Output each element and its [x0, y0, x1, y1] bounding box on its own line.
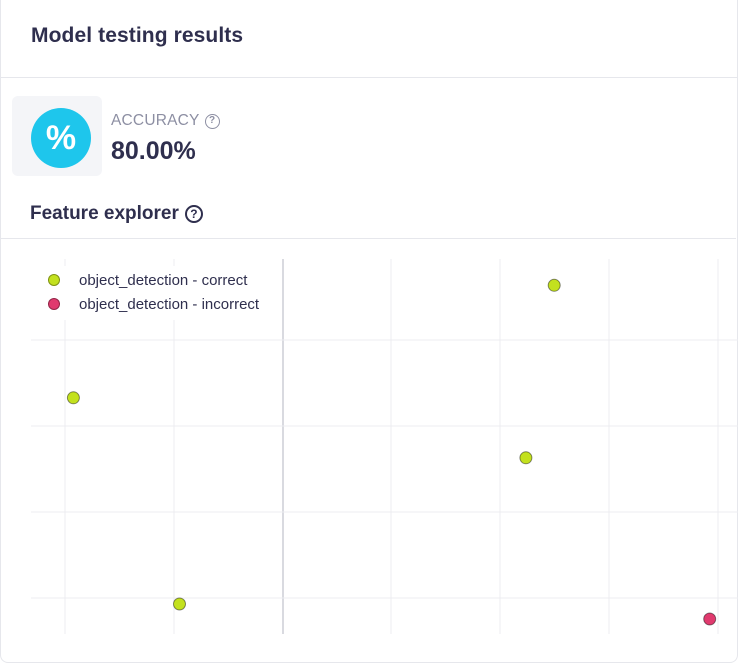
legend-label: object_detection - correct: [79, 271, 248, 289]
correct-data-point[interactable]: [547, 278, 561, 292]
legend-item-correct[interactable]: object_detection - correct: [48, 268, 259, 292]
accuracy-label-text: ACCURACY: [111, 112, 200, 129]
correct-data-point[interactable]: [173, 597, 186, 611]
accuracy-value: 80.00%: [111, 137, 196, 165]
accuracy-label: ACCURACY ?: [111, 112, 220, 130]
card-header: Model testing results: [1, 0, 737, 78]
legend-label: object_detection - incorrect: [79, 295, 260, 313]
legend-marker: [48, 298, 60, 310]
correct-data-point[interactable]: [66, 391, 80, 405]
accuracy-help-icon[interactable]: ?: [204, 113, 220, 129]
percent-icon: %: [31, 108, 91, 168]
correct-data-point[interactable]: [519, 451, 533, 465]
legend-marker: [48, 274, 60, 286]
feature-explorer-help-icon[interactable]: ?: [184, 205, 203, 223]
incorrect-data-point[interactable]: [703, 612, 717, 626]
feature-explorer-title-text: Feature explorer: [30, 203, 179, 224]
card-title: Model testing results: [31, 24, 244, 47]
legend-item-incorrect[interactable]: object_detection - incorrect: [48, 292, 259, 316]
feature-explorer-title: Feature explorer ?: [30, 203, 203, 225]
scatter-legend: object_detection - correct object_detecti…: [40, 266, 274, 320]
